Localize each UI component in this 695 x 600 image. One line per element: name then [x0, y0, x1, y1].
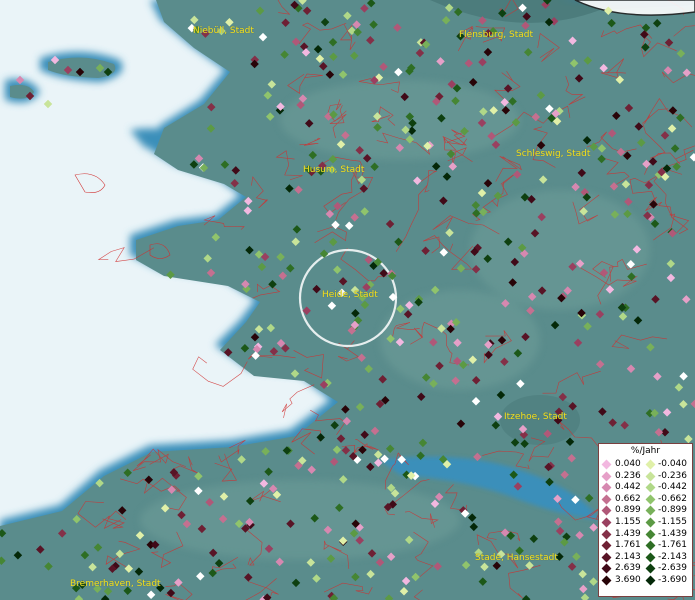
legend-rows: 0.040 -0.040 0.236 -0.236 0.442 -0.442 0.662 -0…: [601, 459, 692, 587]
legend-value-positive: 1.761: [615, 540, 641, 551]
legend-value-positive: 1.439: [615, 528, 641, 539]
legend-swatch-positive: [601, 494, 612, 505]
city-label-schleswig: Schleswig, Stadt: [516, 149, 591, 159]
legend: %/Jahr 0.040 -0.040 0.236 -0.236 0.442 -0.442…: [598, 443, 693, 597]
legend-value-negative: -2.639: [658, 563, 688, 574]
legend-value-negative: -1.761: [658, 540, 688, 551]
legend-value-negative: -0.662: [658, 493, 688, 504]
legend-value-positive: 2.639: [615, 563, 641, 574]
legend-row: 1.761 -1.761: [601, 540, 692, 552]
legend-swatch-positive: [601, 540, 612, 551]
legend-swatch-negative: [645, 575, 656, 586]
legend-value-positive: 0.442: [615, 482, 641, 493]
legend-swatch-negative: [645, 517, 656, 528]
legend-swatch-positive: [601, 459, 612, 470]
city-label-stade: Stade, Hansestadt: [475, 553, 558, 563]
legend-swatch-positive: [601, 517, 612, 528]
legend-value-negative: -2.143: [658, 551, 688, 562]
legend-swatch-negative: [645, 563, 656, 574]
legend-row: 2.143 -2.143: [601, 551, 692, 564]
legend-row: 1.155 -1.155: [601, 516, 692, 529]
legend-row: 0.236 -0.236: [601, 470, 692, 483]
legend-row: 0.899 -0.899: [601, 505, 692, 517]
city-label-husum: Husum, Stadt: [303, 165, 365, 175]
legend-row: 1.439 -1.439: [601, 528, 692, 541]
legend-row: 3.690 -3.690: [601, 574, 692, 587]
legend-row: 0.442 -0.442: [601, 482, 692, 494]
legend-value-negative: -0.040: [658, 459, 688, 469]
legend-value-positive: 3.690: [615, 574, 641, 585]
legend-swatch-positive: [601, 563, 612, 574]
legend-swatch-positive: [601, 552, 612, 563]
legend-swatch-positive: [601, 505, 612, 516]
legend-value-negative: -1.439: [658, 528, 688, 539]
legend-value-negative: -1.155: [658, 516, 688, 527]
legend-row: 0.662 -0.662: [601, 493, 692, 506]
legend-swatch-negative: [645, 552, 656, 563]
legend-value-positive: 0.040: [615, 459, 641, 469]
map-canvas[interactable]: Niebüll, Stadt Flensburg, Stadt Schleswi…: [0, 0, 695, 600]
city-label-bremerhaven: Bremerhaven, Stadt: [70, 579, 161, 589]
city-label-flensburg: Flensburg, Stadt: [459, 30, 533, 40]
city-label-niebuell: Niebüll, Stadt: [193, 26, 254, 36]
legend-value-negative: -0.899: [658, 505, 688, 516]
legend-swatch-positive: [601, 575, 612, 586]
legend-swatch-negative: [645, 505, 656, 516]
legend-row: 0.040 -0.040: [601, 459, 692, 471]
legend-swatch-negative: [645, 459, 656, 470]
legend-value-negative: -3.690: [658, 574, 688, 585]
map-base-layer: [0, 0, 695, 600]
legend-value-positive: 0.899: [615, 505, 641, 516]
legend-title: %/Jahr: [630, 446, 661, 456]
legend-value-positive: 1.155: [615, 516, 641, 527]
legend-value-positive: 2.143: [615, 551, 641, 562]
legend-value-positive: 0.236: [615, 470, 641, 481]
legend-swatch-positive: [601, 529, 612, 540]
legend-swatch-negative: [645, 540, 656, 551]
city-label-itzehoe: Itzehoe, Stadt: [504, 412, 567, 422]
legend-row: 2.639 -2.639: [601, 563, 692, 575]
legend-swatch-negative: [645, 529, 656, 540]
legend-value-negative: -0.236: [658, 470, 688, 481]
legend-value-positive: 0.662: [615, 493, 641, 504]
legend-swatch-negative: [645, 494, 656, 505]
legend-swatch-positive: [601, 471, 612, 482]
city-label-heide: Heide, Stadt: [322, 290, 378, 300]
legend-swatch-negative: [645, 482, 656, 493]
legend-swatch-negative: [645, 471, 656, 482]
legend-swatch-positive: [601, 482, 612, 493]
legend-value-negative: -0.442: [658, 482, 688, 493]
